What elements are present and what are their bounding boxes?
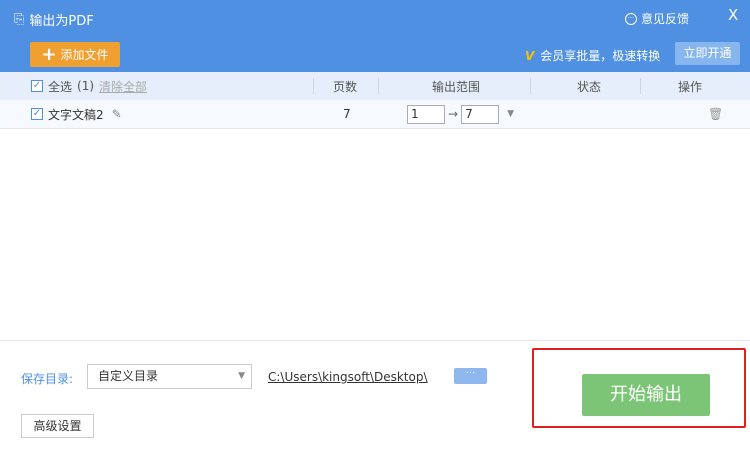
pdf-icon: ⎘	[14, 12, 25, 27]
col-range: 输出范围	[432, 79, 481, 94]
col-actions: 操作	[678, 79, 703, 94]
col-status: 状态	[577, 79, 602, 94]
vip-icon: V	[525, 48, 535, 63]
close-button[interactable]: X	[728, 6, 738, 24]
selected-count: (1)	[77, 79, 95, 93]
clear-all-link[interactable]: 清除全部	[99, 78, 147, 95]
save-dir-value: 自定义目录	[98, 369, 159, 383]
promo-text: V 会员享批量，极速转换	[525, 47, 660, 64]
edit-icon[interactable]: ✎	[112, 107, 122, 121]
select-all-checkbox[interactable]: ✓	[31, 80, 43, 92]
feedback-label: 意见反馈	[641, 12, 690, 26]
title-text: 输出为PDF	[29, 14, 94, 29]
browse-button[interactable]: ···	[454, 368, 487, 384]
chat-icon: ···	[625, 12, 637, 25]
window-title: ⎘ 输出为PDF	[14, 10, 94, 29]
range-from-input[interactable]: 1	[407, 104, 445, 124]
save-dir-label: 保存目录:	[21, 372, 74, 386]
chevron-down-icon: ▼	[238, 371, 245, 381]
range-dropdown-icon[interactable]: ▼	[507, 109, 514, 119]
range-to-input[interactable]: 7	[461, 104, 500, 124]
start-export-button[interactable]: 开始输出	[582, 374, 710, 416]
feedback-link[interactable]: ··· 意见反馈	[625, 10, 689, 27]
page-count: 7	[343, 107, 351, 121]
file-name: 文字文稿2	[48, 107, 104, 122]
col-pages: 页数	[333, 79, 358, 94]
delete-icon[interactable]: 🗑	[708, 100, 723, 128]
promo-label: 会员享批量，极速转换	[540, 49, 661, 63]
add-files-button[interactable]: + 添加文件	[30, 42, 120, 67]
plus-icon: +	[41, 43, 57, 65]
table-row: ✓ 文字文稿2 ✎ 7 1 → 7 ▼ 🗑	[0, 100, 750, 129]
arrow-icon: →	[448, 107, 459, 121]
row-checkbox[interactable]: ✓	[31, 108, 43, 120]
select-all-label[interactable]: 全选	[48, 78, 72, 95]
add-files-label: 添加文件	[60, 48, 109, 62]
save-dir-select[interactable]: 自定义目录 ▼	[87, 364, 252, 389]
table-header: ✓ 全选 (1) 清除全部 页数 输出范围 状态 操作	[0, 72, 750, 100]
advanced-settings-button[interactable]: 高级设置	[21, 414, 94, 438]
activate-button[interactable]: 立即开通	[675, 42, 740, 65]
divider	[0, 340, 750, 341]
output-path-link[interactable]: C:\Users\kingsoft\Desktop\	[268, 370, 428, 384]
